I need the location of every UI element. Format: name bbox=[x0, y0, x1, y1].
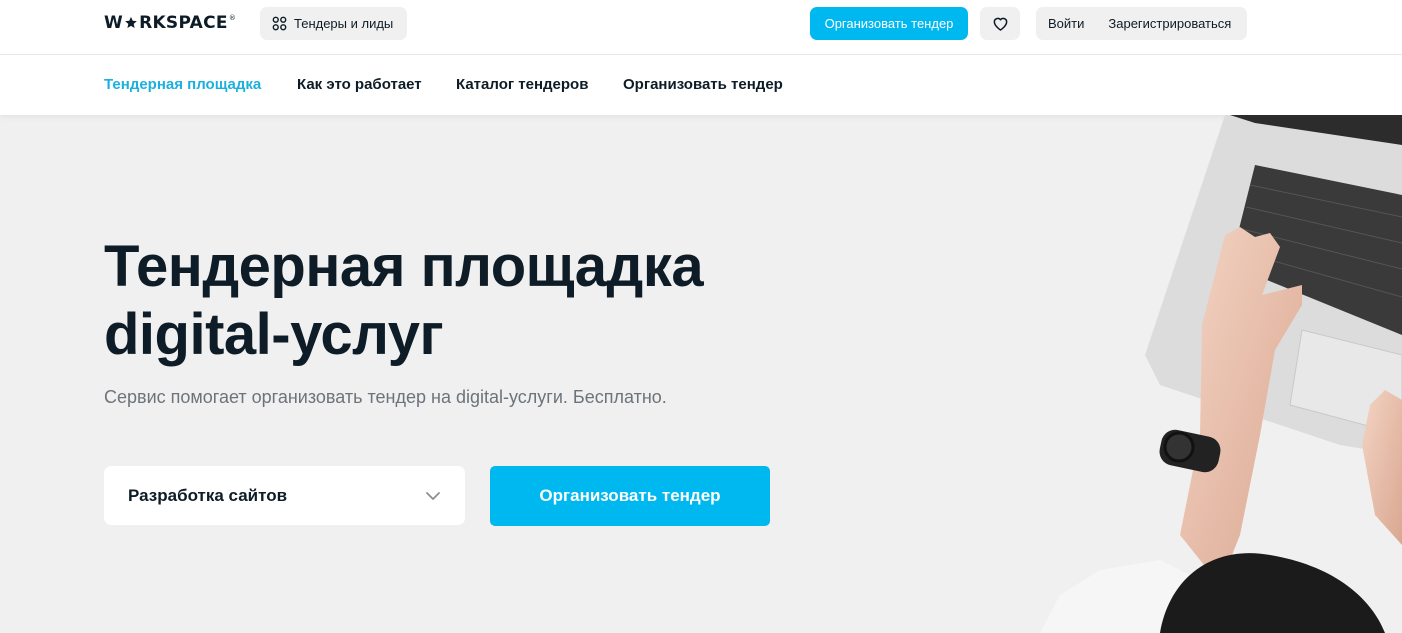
logo-text-end: RKSPACE bbox=[139, 13, 228, 33]
star-icon bbox=[125, 16, 137, 29]
grid-icon bbox=[272, 16, 287, 31]
hero-title-line-2: digital-услуг bbox=[104, 302, 444, 367]
service-category-select[interactable]: Разработка сайтов bbox=[104, 466, 465, 525]
nav-item-how-it-works[interactable]: Как это работает bbox=[297, 76, 422, 93]
main-nav: Тендерная площадка Как это работает Ката… bbox=[0, 55, 1402, 115]
tenders-and-leads-label: Тендеры и лиды bbox=[294, 16, 394, 31]
logo-text-start: W bbox=[104, 13, 124, 33]
heart-icon bbox=[993, 17, 1007, 31]
service-category-value: Разработка сайтов bbox=[128, 485, 288, 505]
chevron-down-icon bbox=[426, 492, 440, 500]
register-link[interactable]: Зарегистрироваться bbox=[1108, 16, 1231, 31]
organize-tender-hero-button[interactable]: Организовать тендер bbox=[490, 466, 770, 526]
hero-title: Тендерная площадка digital-услуг bbox=[104, 233, 904, 369]
top-header: W RKSPACE ® Тендеры и лиды Организовать … bbox=[0, 0, 1402, 55]
laptop-hands-photo bbox=[1040, 115, 1402, 633]
tenders-and-leads-button[interactable]: Тендеры и лиды bbox=[260, 7, 407, 40]
nav-item-tender-platform[interactable]: Тендерная площадка bbox=[104, 76, 261, 93]
logo-registered-mark: ® bbox=[228, 14, 237, 22]
nav-item-tender-catalog[interactable]: Каталог тендеров bbox=[456, 76, 588, 93]
auth-group: Войти Зарегистрироваться bbox=[1036, 7, 1247, 40]
hero-subtitle: Сервис помогает организовать тендер на d… bbox=[104, 387, 667, 407]
organize-tender-header-button[interactable]: Организовать тендер bbox=[810, 7, 968, 40]
workspace-logo[interactable]: W RKSPACE ® bbox=[104, 13, 236, 33]
nav-item-organize-tender[interactable]: Организовать тендер bbox=[623, 76, 783, 93]
favorites-button[interactable] bbox=[980, 7, 1020, 40]
hero-title-line-1: Тендерная площадка bbox=[104, 234, 704, 299]
login-link[interactable]: Войти bbox=[1048, 16, 1084, 31]
